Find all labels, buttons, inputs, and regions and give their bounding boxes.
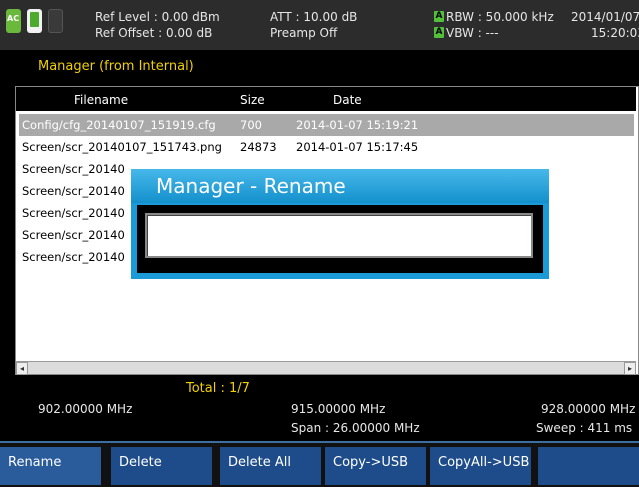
rbw: RBW : 50.000 kHz [446,10,554,24]
copy-all-to-usb-button[interactable]: CopyAll->USB [430,447,531,485]
rename-button[interactable]: Rename [0,447,101,485]
file-name: Screen/scr_20140 [22,184,125,198]
status-header: Ref Level : 0.00 dBm Ref Offset : 0.00 d… [0,0,639,50]
attenuation: ATT : 10.00 dB [270,10,358,24]
date: 2014/01/07 [571,10,639,24]
page-title: Manager (from Internal) [38,59,194,74]
rename-dialog: Manager - Rename [131,169,549,279]
rbw-auto-badge: A [434,11,444,22]
frequency-span: Span : 26.00000 MHz [291,421,420,435]
file-size: 24873 [240,140,277,154]
analyzer-screen: Ref Level : 0.00 dBm Ref Offset : 0.00 d… [0,0,639,487]
dialog-title-bar: Manager - Rename [131,169,549,203]
stop-frequency: 928.00000 MHz [541,402,636,416]
dialog-title: Manager - Rename [156,174,346,198]
scroll-left-icon[interactable]: ◂ [16,362,28,375]
file-name: Screen/scr_20140 [22,162,125,176]
copy-to-usb-button[interactable]: Copy->USB [325,447,426,485]
file-total: Total : 1/7 [186,381,250,396]
battery-icon [27,9,42,33]
file-date: 2014-01-07 15:17:45 [296,140,419,154]
delete-all-button[interactable]: Delete All [220,447,321,485]
time: 15:20:03 [591,26,639,40]
empty-softkey[interactable] [538,447,639,485]
file-name: Screen/scr_20140107_151743.png [22,140,222,154]
ac-power-icon [6,9,21,33]
column-header-size-text: Size [240,93,265,107]
file-name: Config/cfg_20140107_151919.cfg [22,118,216,132]
ref-offset: Ref Offset : 0.00 dB [95,26,213,40]
column-header-date-text: Date [333,93,362,107]
column-header-filename-text: Filename [74,93,129,107]
ref-level: Ref Level : 0.00 dBm [95,10,220,24]
generator-icon [48,9,63,33]
file-size: 700 [240,118,262,132]
vbw: VBW : --- [446,26,499,40]
scroll-right-icon[interactable]: ▸ [624,362,636,375]
sweep-time: Sweep : 411 ms [536,421,633,435]
softkey-bar: Rename Delete Delete All Copy->USB CopyA… [0,441,639,487]
rename-input[interactable] [145,213,533,258]
horizontal-scrollbar[interactable]: ◂ ▸ [16,361,636,375]
file-date: 2014-01-07 15:19:21 [296,118,419,132]
start-frequency: 902.00000 MHz [38,402,133,416]
file-name: Screen/scr_20140 [22,228,125,242]
preamp-status: Preamp Off [270,26,338,40]
dialog-body [137,205,543,273]
list-item[interactable]: Screen/scr_20140107_151743.png 24873 2014-… [19,136,634,158]
list-item[interactable]: Config/cfg_20140107_151919.cfg 700 2014-01… [19,114,634,136]
center-frequency: 915.00000 MHz [291,402,386,416]
delete-button[interactable]: Delete [111,447,212,485]
vbw-auto-badge: A [434,27,444,38]
file-name: Screen/scr_20140 [22,250,125,264]
file-name: Screen/scr_20140 [22,206,125,220]
